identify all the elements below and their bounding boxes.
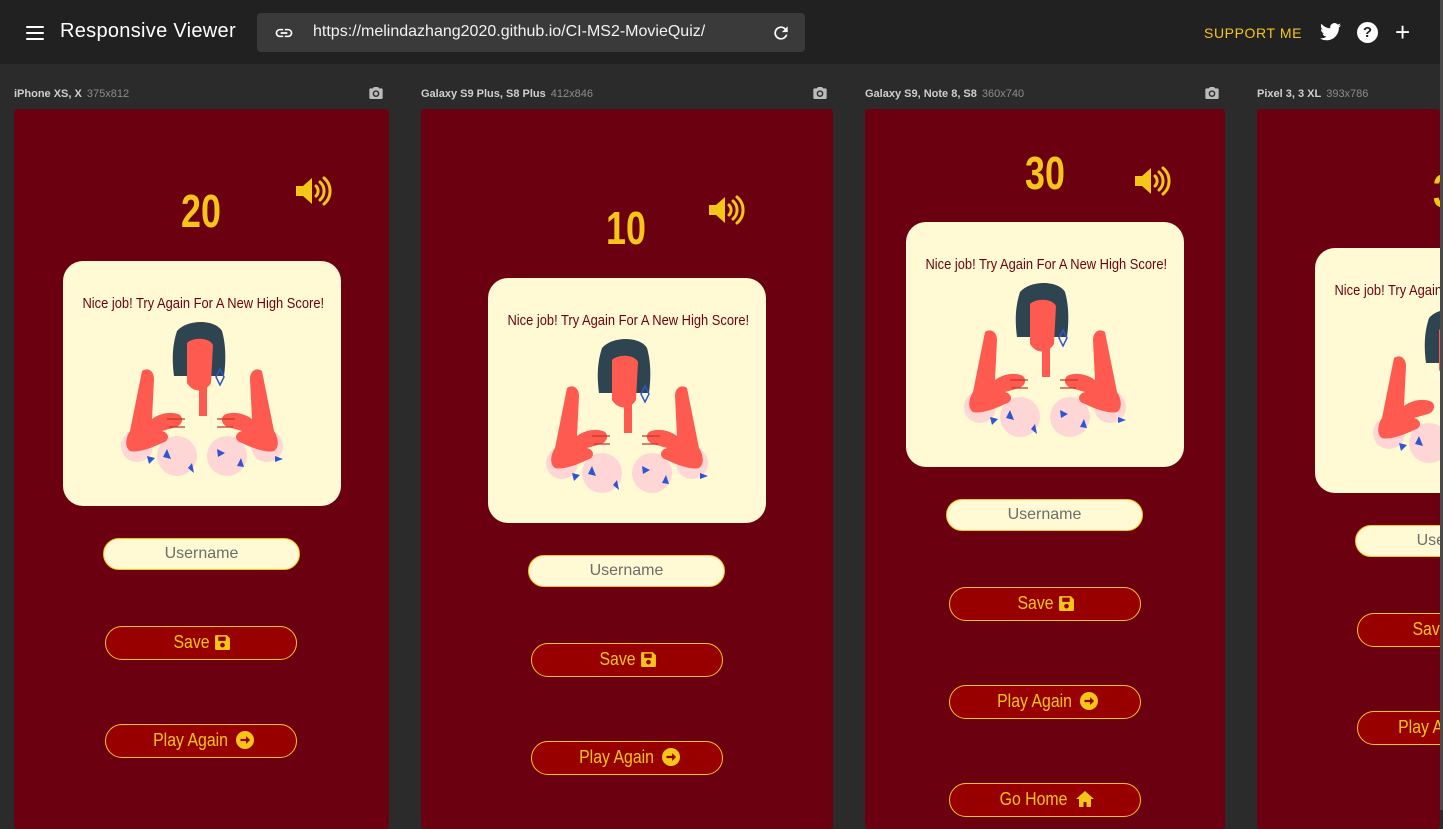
plus-icon[interactable]: + <box>1395 19 1413 45</box>
score: 10 <box>606 202 646 254</box>
play-again-label: Play Again <box>153 730 229 750</box>
result-message: Nice job! Try Again For A New High Score… <box>1334 282 1440 299</box>
score: 30 <box>1025 147 1065 199</box>
go-home-button[interactable]: Go Home <box>949 783 1141 817</box>
top-toolbar: Responsive Viewer SUPPORT ME ? + <box>0 0 1443 64</box>
device-frame: 10 Nice job! Try Again For A New High Sc… <box>421 109 833 829</box>
username-input[interactable] <box>103 538 300 570</box>
save-label: Save <box>1017 593 1054 613</box>
username-input[interactable] <box>946 499 1143 531</box>
celebration-illustration <box>546 339 708 493</box>
play-again-button[interactable]: Play Again <box>949 685 1141 719</box>
home-icon <box>1075 791 1094 807</box>
camera-icon[interactable] <box>367 85 385 101</box>
floppy-disk-icon <box>1059 596 1074 611</box>
camera-icon[interactable] <box>1203 85 1221 101</box>
camera-icon[interactable] <box>811 85 829 101</box>
result-message: Nice job! Try Again For A New High Score… <box>82 295 325 312</box>
device-name: iPhone XS, X <box>14 88 82 100</box>
arrow-circle-right-icon <box>661 748 680 766</box>
save-label: Save <box>173 632 210 652</box>
device-label: Galaxy S9, Note 8, S8 360x740 <box>865 88 1024 100</box>
url-input[interactable] <box>313 23 753 41</box>
play-again-label: Play Again <box>579 747 655 767</box>
result-message: Nice job! Try Again For A New High Score… <box>507 312 750 329</box>
play-again-button[interactable]: Play Again <box>1357 711 1440 745</box>
support-me-link[interactable]: SUPPORT ME <box>1204 25 1302 41</box>
username-input[interactable] <box>1355 525 1440 557</box>
arrow-circle-right-icon <box>235 731 254 749</box>
save-button[interactable]: Save <box>949 587 1141 621</box>
volume-icon[interactable] <box>1133 165 1171 197</box>
save-button[interactable]: Save <box>1357 613 1440 647</box>
play-again-button[interactable]: Play Again <box>531 741 723 775</box>
device-size: 393x786 <box>1326 88 1369 100</box>
score: 20 <box>181 185 221 237</box>
play-again-label: Play Again <box>997 691 1073 711</box>
device-label: Galaxy S9 Plus, S8 Plus 412x846 <box>421 88 593 100</box>
device-size: 375x812 <box>86 88 130 100</box>
app-title: Responsive Viewer <box>60 20 236 42</box>
save-button[interactable]: Save <box>105 626 297 660</box>
device-label: iPhone XS, X 375x812 <box>14 88 129 100</box>
result-message: Nice job! Try Again For A New High Score… <box>925 256 1168 273</box>
url-bar[interactable] <box>257 13 805 52</box>
device-name: Pixel 3, 3 XL <box>1257 88 1322 100</box>
username-input[interactable] <box>528 555 725 587</box>
device-name: Galaxy S9 Plus, S8 Plus <box>421 88 546 100</box>
go-home-label: Go Home <box>1000 789 1068 809</box>
device-frame: 30 Nice job! Try Again For A New High Sc… <box>1257 109 1440 829</box>
score: 30 <box>1414 164 1440 218</box>
play-again-label: Play Again <box>1398 717 1440 737</box>
device-frame: 20 Nice job! Try Again For A New High Sc… <box>14 109 389 829</box>
device-frame: 30 Nice job! Try Again For A New High Sc… <box>865 109 1225 829</box>
save-label: Save <box>599 649 636 669</box>
device-size: 412x846 <box>550 88 593 100</box>
arrow-circle-right-icon <box>1079 692 1098 710</box>
result-card: Nice job! Try Again For A New High Score… <box>63 261 341 506</box>
device-label: Pixel 3, 3 XL 393x786 <box>1257 88 1368 100</box>
link-icon <box>275 28 293 38</box>
celebration-illustration <box>1373 311 1440 463</box>
result-card: Nice job! Try Again For A New High Score… <box>488 278 766 523</box>
play-again-button[interactable]: Play Again <box>105 724 297 758</box>
floppy-disk-icon <box>215 635 230 650</box>
twitter-icon[interactable] <box>1320 21 1342 43</box>
result-card: Nice job! Try Again For A New High Score… <box>906 222 1184 467</box>
save-button[interactable]: Save <box>531 643 723 677</box>
hamburger-menu-icon[interactable] <box>26 26 44 40</box>
volume-icon[interactable] <box>294 175 332 207</box>
device-name: Galaxy S9, Note 8, S8 <box>865 88 977 100</box>
celebration-illustration <box>121 322 283 476</box>
floppy-disk-icon <box>641 652 656 667</box>
celebration-illustration <box>964 283 1126 437</box>
volume-icon[interactable] <box>707 194 745 226</box>
save-label: Save <box>1412 619 1440 639</box>
reload-icon[interactable] <box>771 23 791 43</box>
result-card: Nice job! Try Again For A New High Score… <box>1315 248 1440 493</box>
help-icon[interactable]: ? <box>1357 22 1378 43</box>
device-size: 360x740 <box>981 88 1025 100</box>
